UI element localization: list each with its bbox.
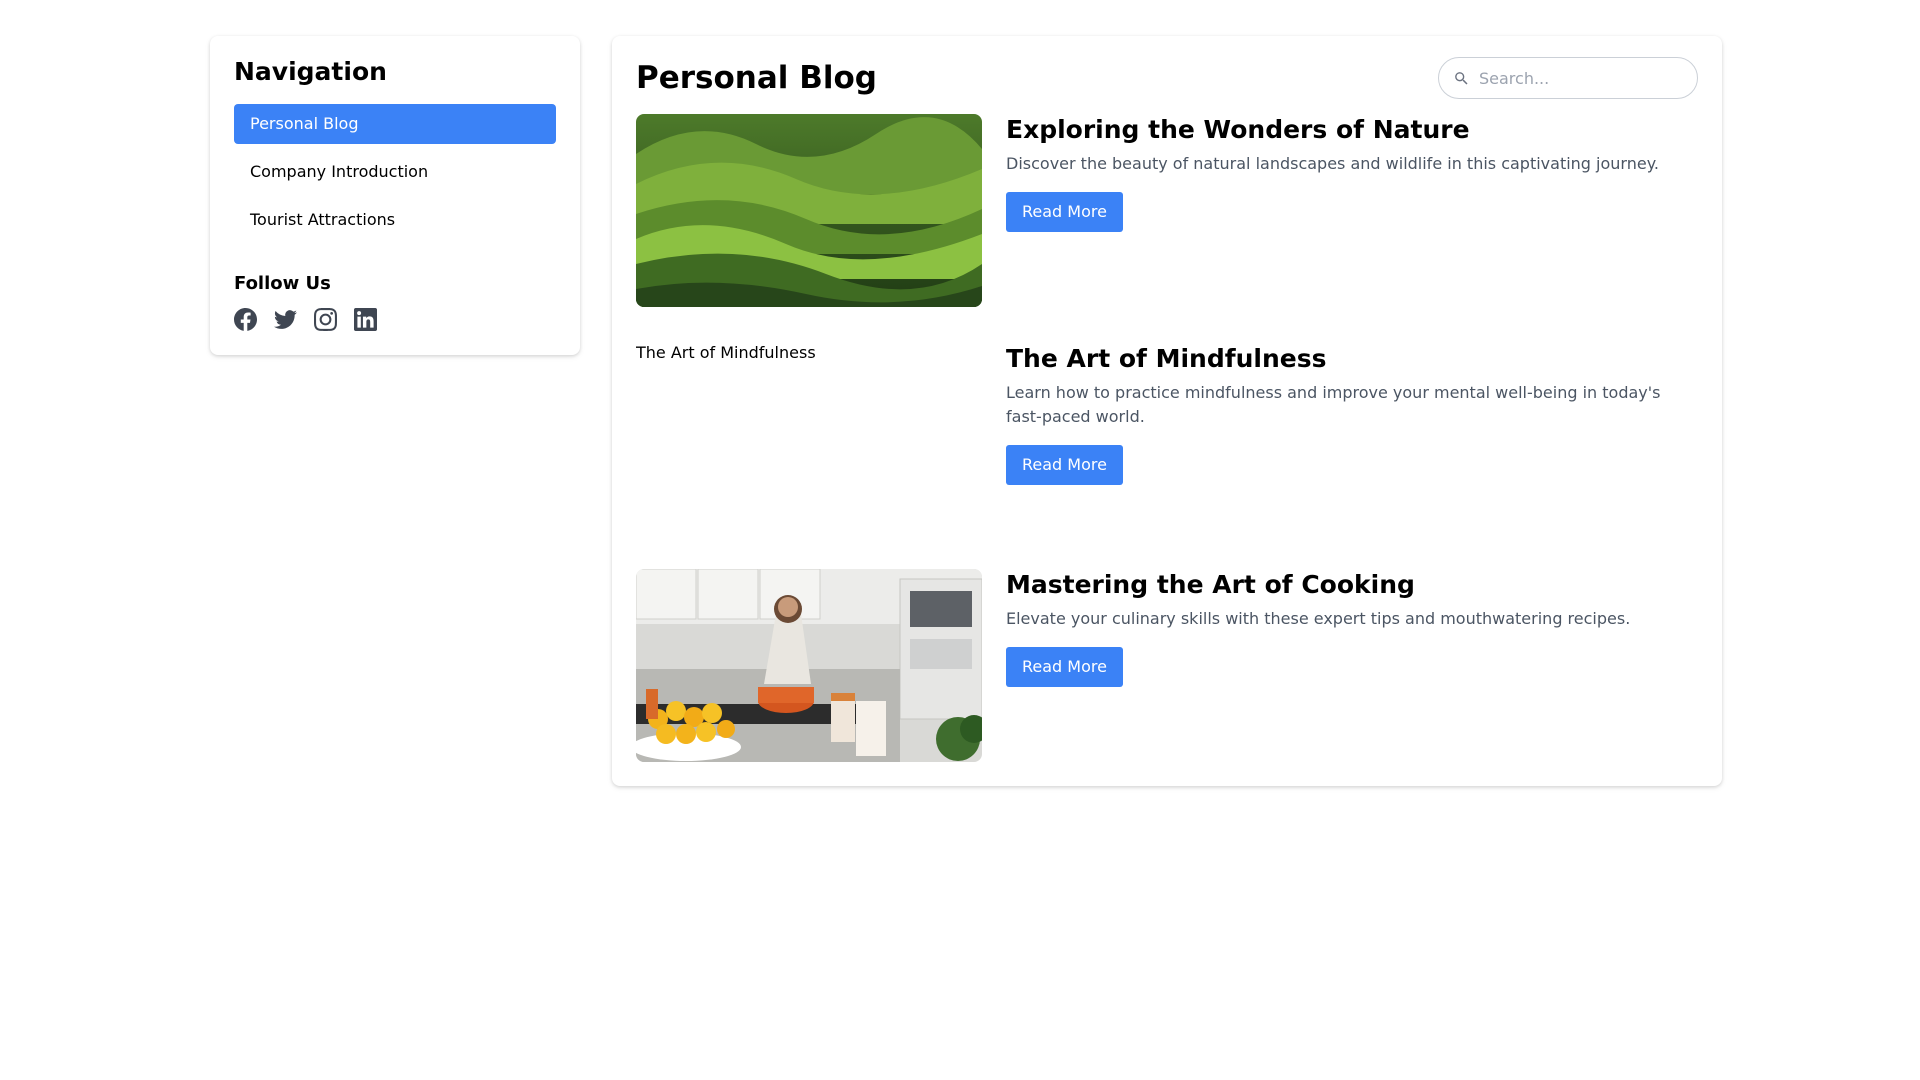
page-title: Personal Blog [636,60,877,96]
sidebar-title: Navigation [234,57,387,86]
post-title[interactable]: Exploring the Wonders of Nature [1006,114,1698,146]
post-excerpt: Discover the beauty of natural landscape… [1006,154,1659,173]
search-icon [1453,70,1470,87]
post-title[interactable]: Mastering the Art of Cooking [1006,569,1698,601]
blog-post: Mastering the Art of Cooking Elevate you… [636,569,1698,762]
blog-post: Exploring the Wonders of Nature Discover… [636,114,1698,307]
search-input[interactable] [1479,58,1687,98]
follow-us-section: Follow Us [234,272,556,331]
image-alt-text: The Art of Mindfulness [636,343,816,362]
read-more-button[interactable]: Read More [1006,445,1123,485]
sidebar-nav: Personal Blog Company Introduction Touri… [234,104,556,240]
post-title[interactable]: The Art of Mindfulness [1006,343,1698,375]
sidebar-item-tourist-attractions[interactable]: Tourist Attractions [234,200,556,240]
main-content: Personal Blog Search... Exploring the Wo… [612,36,1722,786]
search-box [1438,57,1698,99]
sidebar: Navigation Personal Blog Company Introdu… [210,36,580,355]
linkedin-icon[interactable] [354,308,377,331]
post-image-mindfulness[interactable]: The Art of Mindfulness [636,343,982,533]
post-body: Exploring the Wonders of Nature Discover… [1006,114,1698,307]
sidebar-item-personal-blog[interactable]: Personal Blog [234,104,556,144]
post-excerpt: Elevate your culinary skills with these … [1006,609,1631,628]
read-more-button[interactable]: Read More [1006,192,1123,232]
post-body: The Art of Mindfulness Learn how to prac… [1006,343,1698,533]
post-excerpt: Learn how to practice mindfulness and im… [1006,383,1661,426]
read-more-button[interactable]: Read More [1006,647,1123,687]
facebook-icon[interactable] [234,308,257,331]
broken-image-icon: The Art of Mindfulness [636,343,982,363]
post-body: Mastering the Art of Cooking Elevate you… [1006,569,1698,762]
main-header: Personal Blog [636,56,1698,100]
social-links [234,308,556,331]
post-image-cooking[interactable] [636,569,982,762]
instagram-icon[interactable] [314,308,337,331]
sidebar-item-company-introduction[interactable]: Company Introduction [234,152,556,192]
post-image-nature[interactable] [636,114,982,307]
blog-post: The Art of Mindfulness The Art of Mindfu… [636,343,1698,533]
page-layout: Navigation Personal Blog Company Introdu… [210,36,1732,786]
follow-us-title: Follow Us [234,273,331,294]
twitter-icon[interactable] [274,308,297,331]
